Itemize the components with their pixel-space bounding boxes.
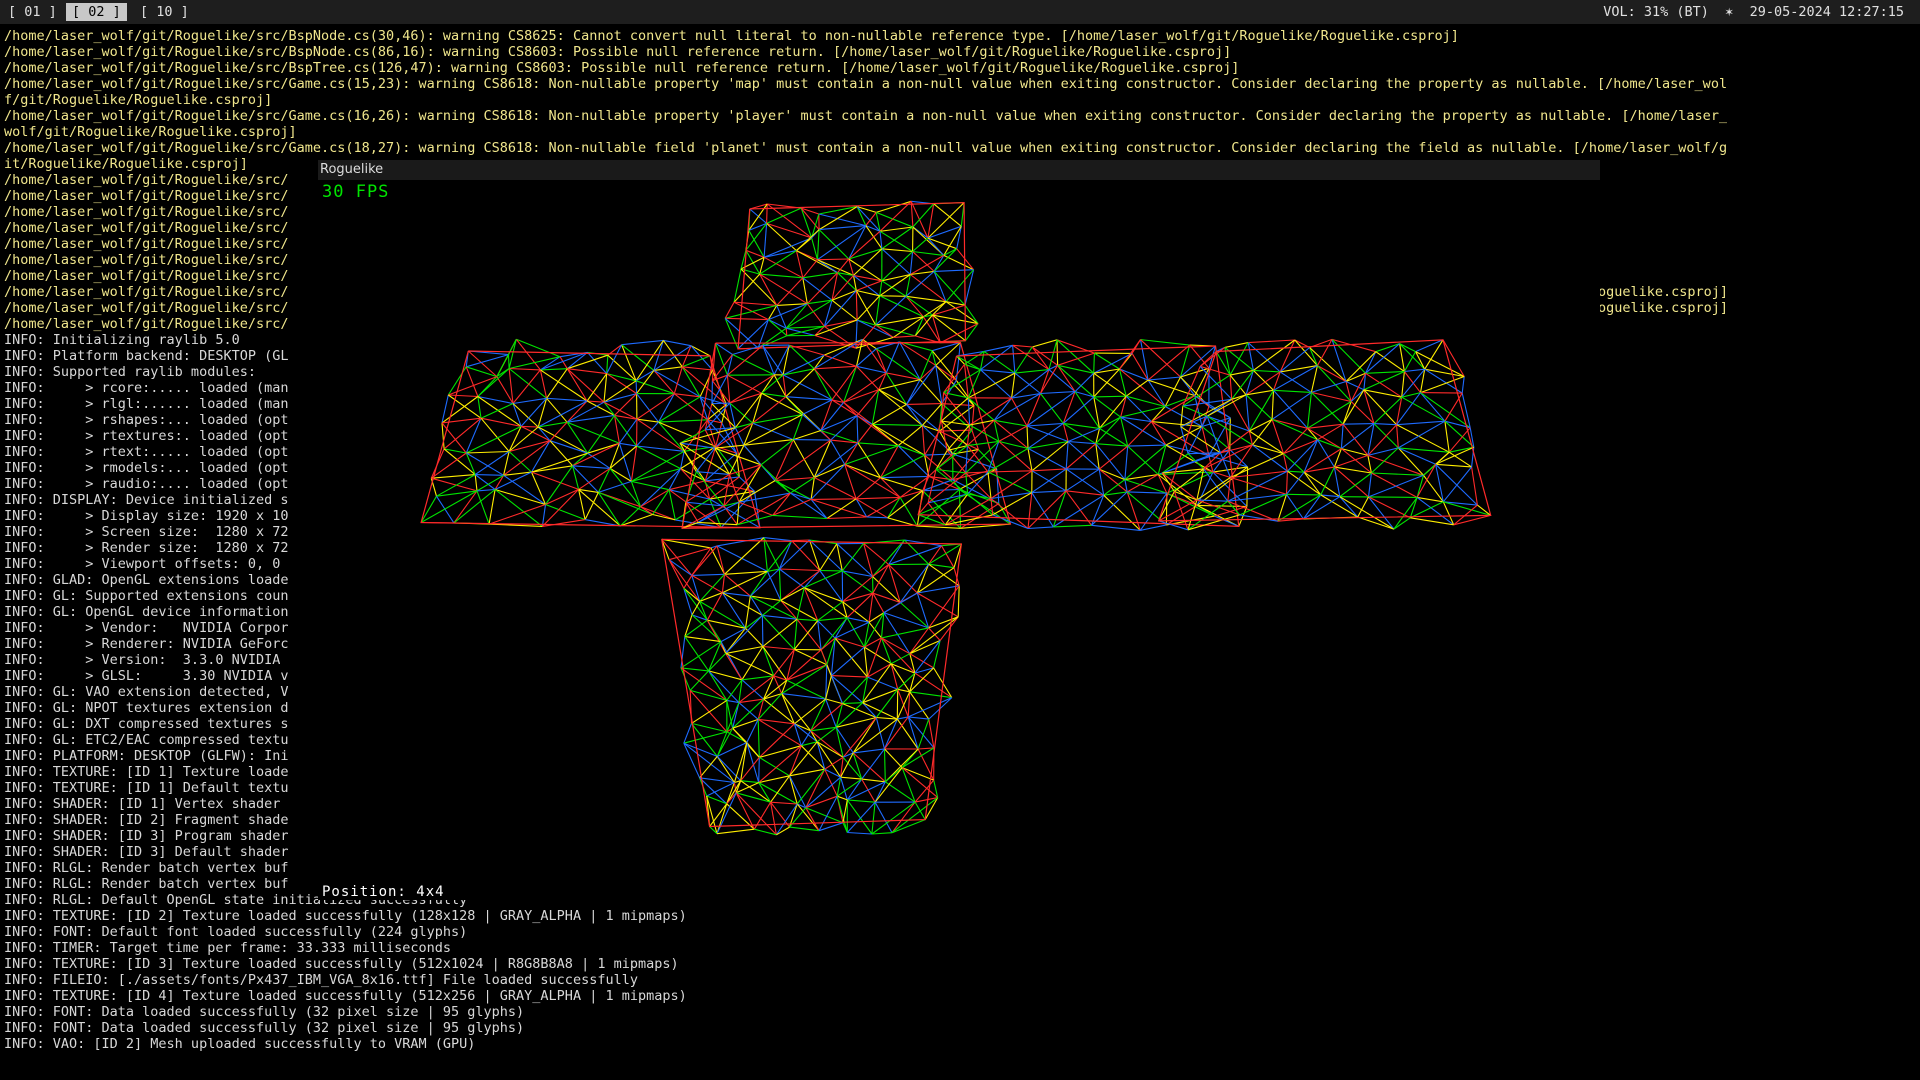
terminal-info-line: INFO: > Render size: 1280 x 72 [4,540,289,556]
fps-counter: 30 FPS [322,182,390,202]
status-bar: [ 01 ] [ 02 ] [ 10 ] VOL: 31% (BT) ✶ 29-… [0,0,1920,24]
terminal-warning-line: /home/laser_wolf/git/Roguelike/src/BspTr… [4,60,1240,76]
terminal-info-line: INFO: PLATFORM: DESKTOP (GLFW): Ini [4,748,289,764]
terminal-info-line: INFO: TIMER: Target time per frame: 33.3… [4,940,452,956]
workspace-tag-02[interactable]: [ 02 ] [66,3,127,21]
terminal-info-line: INFO: > Version: 3.3.0 NVIDIA [4,652,281,668]
terminal-info-line: INFO: GL: OpenGL device information [4,604,289,620]
terminal-info-line: INFO: SHADER: [ID 3] Default shader [4,844,289,860]
terminal-warning-line: it/Roguelike/Roguelike.csproj] [4,156,248,172]
terminal-info-line: INFO: FONT: Data loaded successfully (32… [4,1004,525,1020]
game-window-title: Roguelike [320,162,384,177]
terminal-info-line: INFO: TEXTURE: [ID 3] Texture loaded suc… [4,956,679,972]
workspace-tag-01[interactable]: [ 01 ] [2,3,63,21]
terminal-info-line: INFO: Platform backend: DESKTOP (GL [4,348,289,364]
terminal-info-line: INFO: Initializing raylib 5.0 [4,332,240,348]
terminal-warning-line: /home/laser_wolf/git/Roguelike/src/ [4,236,289,252]
mesh-face [661,537,963,836]
terminal-warning-line: /home/laser_wolf/git/Roguelike/src/ [4,220,289,236]
terminal-info-line: INFO: DISPLAY: Device initialized s [4,492,289,508]
mesh-face [679,338,1012,529]
terminal-info-line: INFO: GL: Supported extensions coun [4,588,289,604]
mesh-face [724,200,979,350]
terminal-info-line: INFO: > raudio:.... loaded (opt [4,476,289,492]
terminal-info-line: INFO: GL: VAO extension detected, V [4,684,289,700]
terminal-info-line: INFO: > rshapes:... loaded (opt [4,412,289,428]
terminal-info-line: INFO: RLGL: Render batch vertex buf [4,876,289,892]
terminal-info-line: INFO: GL: NPOT textures extension d [4,700,289,716]
terminal-info-line: INFO: RLGL: Render batch vertex buf [4,860,289,876]
terminal-info-line: INFO: > rmodels:... loaded (opt [4,460,289,476]
terminal-warning-line: /home/laser_wolf/git/Roguelike/src/ [4,252,289,268]
terminal-info-line: INFO: SHADER: [ID 1] Vertex shader [4,796,281,812]
game-window[interactable]: Roguelike 30 FPS Position: 4x4 [318,160,1600,900]
terminal-line-fragment: oguelike.csproj] [1598,300,1729,316]
terminal-info-line: INFO: > Display size: 1920 x 10 [4,508,289,524]
system-status-text: VOL: 31% (BT) ✶ 29-05-2024 12:27:15 [1603,4,1904,20]
terminal-info-line: INFO: GLAD: OpenGL extensions loade [4,572,289,588]
terminal-info-line: INFO: > Vendor: NVIDIA Corpor [4,620,289,636]
terminal-info-line: INFO: FILEIO: [./assets/fonts/Px437_IBM_… [4,972,638,988]
terminal-info-line: INFO: SHADER: [ID 2] Fragment shade [4,812,289,828]
terminal-warning-line: /home/laser_wolf/git/Roguelike/src/ [4,316,289,332]
terminal-line-fragment: oguelike.csproj] [1598,284,1729,300]
mesh-face [420,338,761,529]
terminal-info-line: INFO: VAO: [ID 2] Mesh uploaded successf… [4,1036,476,1052]
terminal-warning-line: /home/laser_wolf/git/Roguelike/src/ [4,172,289,188]
wireframe-mesh [420,200,1492,836]
terminal-warning-line: /home/laser_wolf/git/Roguelike/src/ [4,204,289,220]
terminal-warning-line: /home/laser_wolf/git/Roguelike/src/ [4,300,289,316]
terminal-info-line: INFO: > rlgl:...... loaded (man [4,396,289,412]
workspace-tag-10[interactable]: [ 10 ] [134,3,195,21]
terminal-info-line: INFO: > Screen size: 1280 x 72 [4,524,289,540]
game-window-titlebar[interactable]: Roguelike [318,160,1600,180]
terminal-warning-line: wolf/git/Roguelike/Roguelike.csproj] [4,124,297,140]
terminal-info-line: INFO: GL: ETC2/EAC compressed textu [4,732,289,748]
terminal-info-line: INFO: TEXTURE: [ID 1] Texture loade [4,764,289,780]
terminal-info-line: INFO: GL: DXT compressed textures s [4,716,289,732]
terminal-warning-line: f/git/Roguelike/Roguelike.csproj] [4,92,273,108]
terminal-info-line: INFO: > rtextures:. loaded (opt [4,428,289,444]
terminal-info-line: INFO: > Viewport offsets: 0, 0 [4,556,281,572]
terminal-info-line: INFO: TEXTURE: [ID 2] Texture loaded suc… [4,908,687,924]
terminal-warning-line: /home/laser_wolf/git/Roguelike/src/BspNo… [4,44,1232,60]
terminal-info-line: INFO: > rtext:..... loaded (opt [4,444,289,460]
terminal-warning-line: /home/laser_wolf/git/Roguelike/src/ [4,284,289,300]
terminal-info-line: INFO: FONT: Data loaded successfully (32… [4,1020,525,1036]
terminal-warning-line: /home/laser_wolf/git/Roguelike/src/ [4,268,289,284]
terminal-warning-line: /home/laser_wolf/git/Roguelike/src/Game.… [4,76,1728,92]
game-canvas[interactable]: 30 FPS Position: 4x4 [320,180,1600,900]
terminal-info-line: INFO: Supported raylib modules: [4,364,256,380]
terminal-info-line: INFO: > rcore:..... loaded (man [4,380,289,396]
terminal-warning-line: /home/laser_wolf/git/Roguelike/src/BspNo… [4,28,1459,44]
terminal-warning-line: /home/laser_wolf/git/Roguelike/src/Game.… [4,108,1728,124]
terminal-info-line: INFO: TEXTURE: [ID 1] Default textu [4,780,289,796]
terminal-info-line: INFO: FONT: Default font loaded successf… [4,924,468,940]
terminal-info-line: INFO: > Renderer: NVIDIA GeForc [4,636,289,652]
terminal-warning-line: /home/laser_wolf/git/Roguelike/src/Game.… [4,140,1728,156]
terminal-info-line: INFO: > GLSL: 3.30 NVIDIA v [4,668,289,684]
terminal-warning-line: /home/laser_wolf/git/Roguelike/src/ [4,188,289,204]
position-readout: Position: 4x4 [322,884,445,900]
terminal-info-line: INFO: TEXTURE: [ID 4] Texture loaded suc… [4,988,687,1004]
terminal-info-line: INFO: SHADER: [ID 3] Program shader [4,828,289,844]
